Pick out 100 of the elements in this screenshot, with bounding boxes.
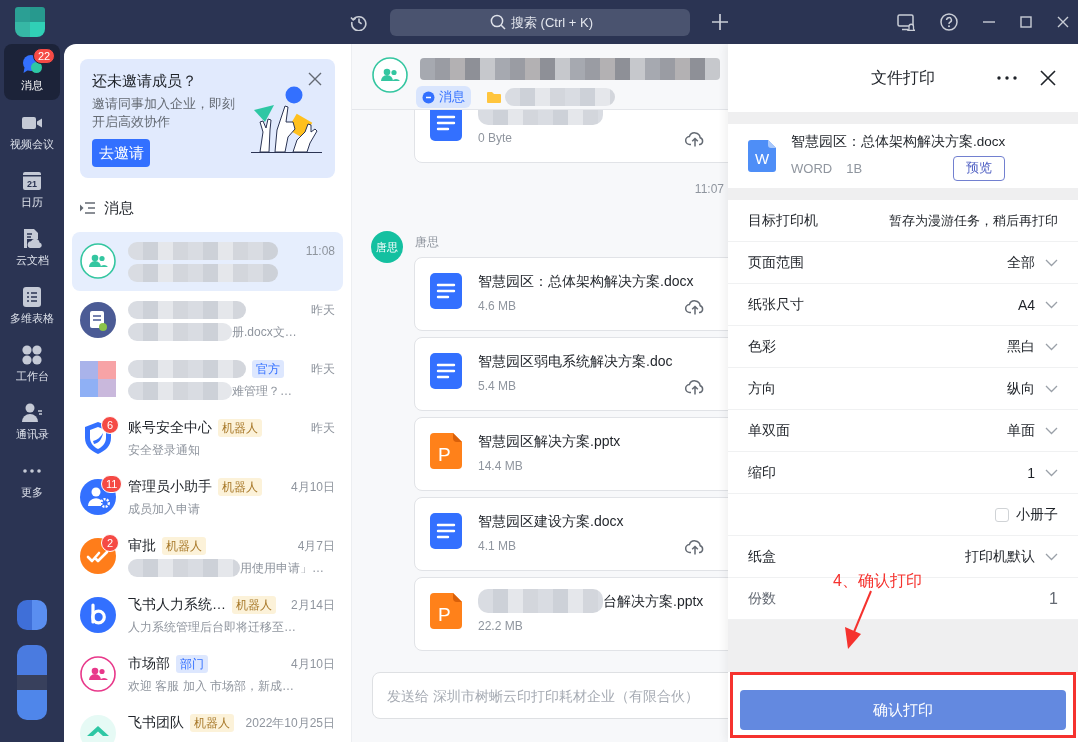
history-icon[interactable] <box>350 13 368 31</box>
chevron-down-icon <box>1045 426 1058 435</box>
file-name: 智慧园区：总体架构解决方案.docx <box>478 272 694 291</box>
message-preview: 人力系统管理后台即将迁移至… <box>128 618 296 636</box>
setting-dropdown[interactable]: 黑白 <box>1007 337 1058 356</box>
help-icon[interactable] <box>940 13 958 31</box>
chevron-down-icon <box>1045 384 1058 393</box>
file-card[interactable]: 智慧园区弱电系统解决方案.doc 5.4 MB <box>414 337 728 411</box>
file-name: 智慧园区解决方案.pptx <box>478 432 621 451</box>
chat-time: 昨天 <box>310 360 335 378</box>
nav-item[interactable]: 21 日历 <box>4 160 60 218</box>
chat-list-item[interactable]: 11 管理员小助手 机器人 4月10日 成员加入申请 <box>72 468 343 527</box>
cloud-upload-icon[interactable] <box>685 537 705 555</box>
chat-time: 昨天 <box>310 419 335 437</box>
setting-dropdown[interactable]: 纵向 <box>1007 379 1058 398</box>
file-size: 4.1 MB <box>478 538 516 554</box>
chat-list-item[interactable]: 6 账号安全中心 机器人 昨天 安全登录通知 <box>72 409 343 468</box>
maximize-icon[interactable] <box>1020 16 1032 28</box>
invite-button[interactable]: 去邀请 <box>92 139 150 167</box>
message-preview: 安全登录通知 <box>128 441 200 459</box>
messages-tab[interactable]: 消息 <box>416 86 471 108</box>
setting-dropdown[interactable]: 1 <box>1027 464 1058 481</box>
unread-count: 11 <box>101 475 123 493</box>
chat-title: 飞书团队 <box>128 714 184 732</box>
setting-label: 方向 <box>748 379 776 398</box>
chat-title: 管理员小助手 <box>128 478 212 496</box>
document-icon <box>430 110 462 141</box>
unread-count: 2 <box>101 534 119 552</box>
nav-item[interactable]: 通讯录 <box>4 392 60 450</box>
nav-item[interactable]: 更多 <box>4 450 60 508</box>
group-avatar-icon <box>80 243 116 279</box>
copies-input[interactable]: 1 <box>1049 589 1058 608</box>
setting-dropdown[interactable]: A4 <box>1017 296 1058 313</box>
nav-item[interactable]: 工作台 <box>4 334 60 392</box>
setting-dropdown[interactable]: 打印机默认 <box>965 547 1058 566</box>
cloud-upload-icon[interactable] <box>685 129 705 147</box>
chat-time: 2月14日 <box>289 596 335 614</box>
more-icon <box>21 468 43 473</box>
file-size: 0 Byte <box>478 130 513 146</box>
file-size: 5.4 MB <box>478 378 516 394</box>
plus-icon[interactable] <box>712 14 728 30</box>
setting-value[interactable]: 暂存为漫游任务，稍后再打印 <box>889 211 1058 230</box>
presentation-icon: P <box>430 593 462 629</box>
chat-title: 账号安全中心 <box>128 419 212 437</box>
checkbox[interactable] <box>995 507 1009 522</box>
chat-list-item[interactable]: 飞书团队 机器人 2022年10月25日 <box>72 704 343 742</box>
cloud-upload-icon[interactable] <box>685 377 705 395</box>
document-icon <box>430 273 462 309</box>
setting-label: 缩印 <box>748 463 776 482</box>
pixelated-block <box>17 600 47 630</box>
chat-list-item[interactable]: 2 审批 机器人 4月7日 用使用申请」… <box>72 527 343 586</box>
chat-time: 2022年10月25日 <box>244 714 335 732</box>
role-tag: 机器人 <box>232 596 276 614</box>
file-card[interactable]: 智慧园区：总体架构解决方案.docx 4.6 MB <box>414 257 728 331</box>
nav-item[interactable]: 多维表格 <box>4 276 60 334</box>
unread-count: 22 <box>33 48 56 64</box>
file-size: 4.6 MB <box>478 298 516 314</box>
invite-description: 邀请同事加入企业，即刻开启高效协作 <box>92 95 236 131</box>
screen-bell-icon[interactable] <box>897 13 915 31</box>
chat-list-item[interactable]: 飞书人力系统… 机器人 2月14日 人力系统管理后台即将迁移至… <box>72 586 343 645</box>
file-name: 台解决方案.pptx <box>603 592 704 611</box>
file-name: 智慧园区建设方案.docx <box>478 512 624 531</box>
chat-list-item[interactable]: 市场部 部门 4月10日 欢迎 客服 加入 市场部，新成… <box>72 645 343 704</box>
file-card[interactable]: P 智慧园区解决方案.pptx 14.4 MB <box>414 417 728 491</box>
more-icon[interactable] <box>997 76 1017 80</box>
message-time: 11:07 <box>694 181 724 198</box>
setting-label: 页面范围 <box>748 253 804 272</box>
preview-button[interactable]: 预览 <box>953 155 1005 181</box>
file-card[interactable]: P 台解决方案.pptx 22.2 MB <box>414 577 728 651</box>
annotation-arrow <box>845 590 872 649</box>
role-tag: 机器人 <box>190 714 234 732</box>
file-card[interactable]: 智慧园区建设方案.docx 4.1 MB <box>414 497 728 571</box>
caret-avatar-icon <box>80 715 116 742</box>
search-field[interactable]: 搜索 (Ctrl + K) <box>390 8 690 36</box>
list-indent-icon[interactable] <box>80 202 95 214</box>
setting-label: 份数 <box>748 589 776 608</box>
contacts-icon <box>21 401 43 424</box>
close-icon[interactable] <box>1040 70 1056 86</box>
role-tag: 机器人 <box>218 478 262 496</box>
nav-item[interactable]: 视频会议 <box>4 102 60 160</box>
group-avatar-icon <box>372 57 408 93</box>
cloud-upload-icon[interactable] <box>685 297 705 315</box>
setting-dropdown[interactable]: 单面 <box>1007 421 1058 440</box>
sender-name: 唐思 <box>415 234 439 250</box>
role-tag: 部门 <box>176 655 208 673</box>
file-name: 智慧园区：总体架构解决方案.docx <box>791 132 1005 151</box>
message-input[interactable]: 发送给 深圳市树蜥云印打印耗材企业（有限合伙） <box>372 672 728 719</box>
nav-item[interactable]: 消息 22 <box>4 44 60 100</box>
document-cloud-icon <box>21 227 43 250</box>
search-icon <box>490 13 506 30</box>
nav-item[interactable]: 云文档 <box>4 218 60 276</box>
setting-dropdown[interactable]: 全部 <box>1007 253 1058 272</box>
chat-time: 4月10日 <box>289 478 335 496</box>
message-preview: 册.docx文… <box>232 323 297 341</box>
chat-title: 市场部 <box>128 655 170 673</box>
message-preview: 难管理？… <box>232 382 292 400</box>
chat-list-item[interactable]: 官方 昨天 难管理？… <box>72 350 343 409</box>
app-grid-icon <box>21 343 43 366</box>
avatar: 唐思 <box>371 231 403 263</box>
presentation-icon: P <box>430 433 462 469</box>
